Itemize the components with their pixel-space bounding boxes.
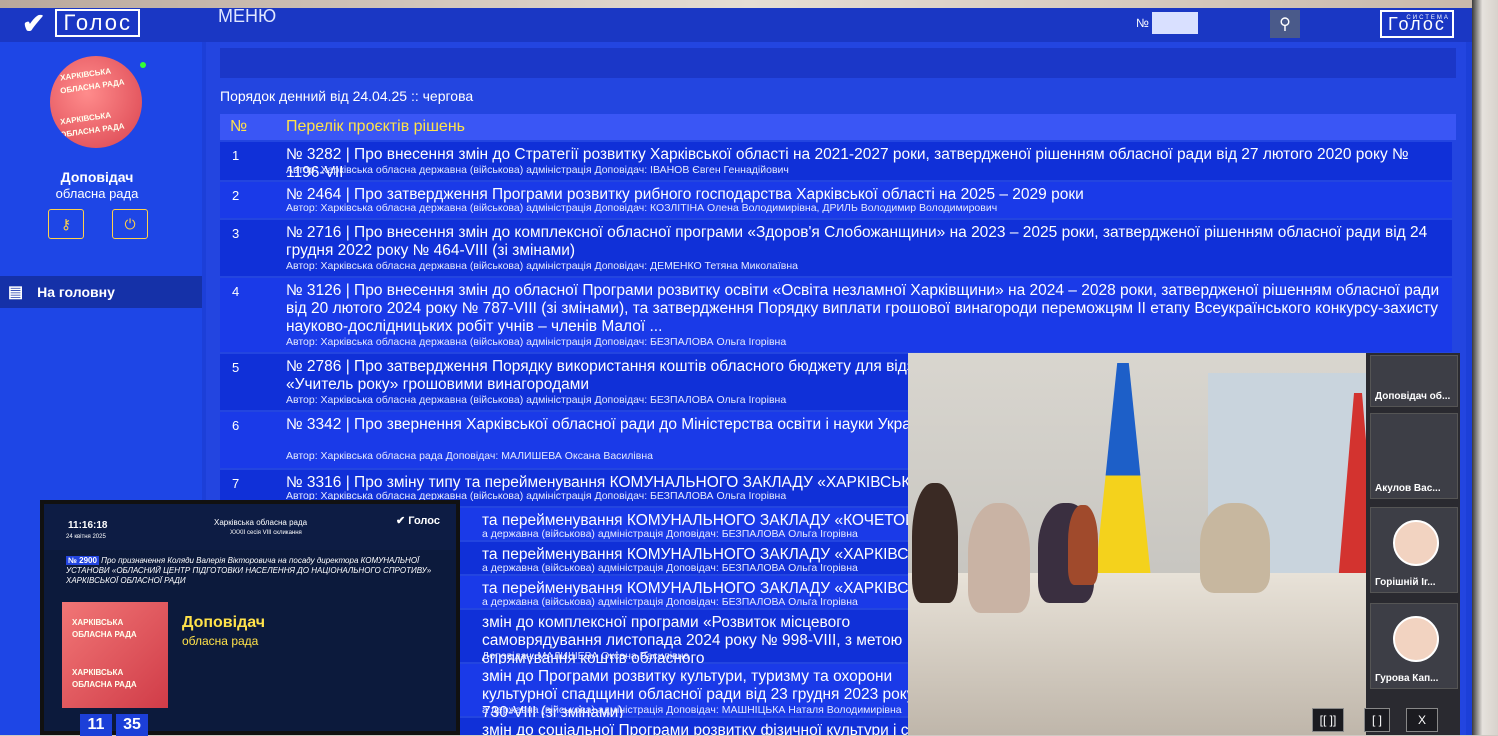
- row-meta: Автор: Харківська обласна рада Доповідач…: [286, 450, 653, 462]
- table-row[interactable]: 3 № 2716 | Про внесення змін до комплекс…: [220, 220, 1452, 276]
- row-num: 4: [232, 284, 240, 299]
- row-num: 1: [232, 148, 240, 163]
- speaker-org: обласна рада: [55, 186, 139, 201]
- home-link[interactable]: ▤ На головну: [0, 276, 202, 308]
- monitor-logo: ✔ Голос: [396, 515, 440, 527]
- speaker-name: Доповідач: [182, 614, 266, 631]
- participant-figure: [912, 483, 958, 603]
- row-num: 7: [232, 476, 240, 491]
- clock-date: 24 квітня 2025: [66, 534, 106, 540]
- check-icon: ✔: [22, 8, 46, 39]
- table-header: № Перелік проєктів рішень: [220, 114, 1456, 140]
- magnifier-icon[interactable]: ⚲: [1270, 10, 1300, 38]
- brand-small-text: СИСТЕМА: [1406, 15, 1450, 21]
- avatar: ХАРКІВСЬКА ОБЛАСНА РАДА ХАРКІВСЬКА ОБЛАС…: [62, 602, 168, 708]
- panel-header: [220, 48, 1456, 78]
- row-title: № 2716 | Про внесення змін до комплексно…: [286, 224, 1428, 259]
- participant-name: Горішній Іг...: [1375, 577, 1436, 588]
- photo-background-right: [1472, 0, 1498, 735]
- avatar: ХАРКІВСЬКА ОБЛАСНА РАДА ХАРКІВСЬКА ОБЛАС…: [50, 56, 142, 148]
- participant-thumb[interactable]: Гурова Кап...: [1370, 603, 1458, 689]
- row-num: 2: [232, 188, 240, 203]
- app-logo[interactable]: ✔ Голос: [22, 8, 140, 39]
- row-num: 3: [232, 226, 240, 241]
- avatar-text: ХАРКІВСЬКА: [72, 618, 124, 627]
- participant-figure: [1068, 505, 1098, 585]
- row-title: № 3126 | Про внесення змін до обласної П…: [286, 282, 1440, 335]
- col-title-header: Перелік проєктів рішень: [286, 118, 465, 135]
- key-button[interactable]: ⚷: [48, 209, 84, 239]
- speaker-org: обласна рада: [182, 634, 259, 648]
- avatar-text: ОБЛАСНА РАДА: [72, 630, 137, 639]
- row-meta: а державна (військова) адміністрація Доп…: [482, 704, 902, 716]
- tile-view-button[interactable]: [[ ]]: [1312, 708, 1344, 732]
- row-meta: Автор: Харківська обласна державна (війс…: [286, 394, 787, 406]
- fullscreen-button[interactable]: [ ]: [1364, 708, 1390, 732]
- timer-seconds: 35: [116, 714, 148, 736]
- participant-thumb[interactable]: Горішній Іг...: [1370, 507, 1458, 593]
- avatar-text: ОБЛАСНА РАДА: [72, 680, 137, 689]
- participant-face: [1393, 520, 1439, 566]
- home-link-label: На головну: [37, 284, 115, 300]
- row-meta: Доповідач: МАЛИШЕВА Оксана Василівна: [482, 650, 690, 662]
- participant-name: Гурова Кап...: [1375, 673, 1439, 684]
- row-meta: а державна (військова) адміністрація Доп…: [482, 562, 858, 574]
- monitor-header: 11:16:18 24 квітня 2025 Харківська облас…: [44, 504, 456, 550]
- participant-name: Акулов Вас...: [1375, 483, 1441, 494]
- participant-figure: [968, 503, 1030, 613]
- current-item: № 2900 Про призначення Коляди Валерія Ві…: [66, 556, 454, 586]
- row-num: 5: [232, 360, 240, 375]
- item-number: № 2900: [66, 556, 99, 565]
- row-meta: а державна (військова) адміністрація Доп…: [482, 596, 858, 608]
- item-text: Про призначення Коляди Валерія Вікторови…: [66, 556, 432, 585]
- table-row[interactable]: 1 № 3282 | Про внесення змін до Стратегі…: [220, 142, 1452, 181]
- row-meta: Автор: Харківська обласна державна (війс…: [286, 202, 998, 214]
- row-meta: Автор: Харківська обласна державна (війс…: [286, 336, 787, 348]
- number-input[interactable]: [1152, 12, 1198, 34]
- row-meta: а державна (військова) адміністрація Доп…: [482, 528, 858, 540]
- number-label: №: [1136, 16, 1149, 30]
- council-name: Харківська обласна рада: [214, 518, 308, 527]
- row-meta: Автор: Харківська обласна державна (війс…: [286, 260, 798, 272]
- clock-time: 11:16:18: [68, 520, 108, 531]
- photo-background-top: [0, 0, 1498, 8]
- row-num: 6: [232, 418, 240, 433]
- session-name: XXXII сесія VIII скликання: [230, 530, 302, 536]
- participant-name: Доповідач об...: [1375, 391, 1451, 402]
- speaker-name: Доповідач: [60, 169, 134, 185]
- participant-thumb[interactable]: Акулов Вас...: [1370, 413, 1458, 499]
- menu-button[interactable]: МЕНЮ: [218, 8, 276, 27]
- close-button[interactable]: X: [1406, 708, 1438, 732]
- logo-text: Голос: [55, 9, 140, 37]
- online-status-dot: [140, 62, 146, 68]
- participant-thumb[interactable]: Доповідач об...: [1370, 355, 1458, 407]
- key-icon: ⚷: [60, 215, 72, 232]
- table-row[interactable]: 4 № 3126 | Про внесення змін до обласної…: [220, 278, 1452, 352]
- col-num-header: №: [230, 118, 248, 135]
- participant-face: [1393, 616, 1439, 662]
- participant-figure: [1200, 503, 1270, 593]
- book-icon: ▤: [8, 284, 24, 301]
- row-meta: Автор: Харківська обласна державна (війс…: [286, 164, 789, 176]
- brand-logo: СИСТЕМА Голос: [1380, 10, 1454, 38]
- power-icon: ⏻: [124, 215, 136, 232]
- participant-thumbnails: Доповідач об... Акулов Вас... Горішній І…: [1366, 353, 1460, 735]
- secondary-monitor: 11:16:18 24 квітня 2025 Харківська облас…: [40, 500, 460, 736]
- table-row[interactable]: 2 № 2464 | Про затвердження Програми роз…: [220, 182, 1452, 218]
- avatar-text: ХАРКІВСЬКА: [72, 668, 124, 677]
- power-button[interactable]: ⏻: [112, 209, 148, 239]
- timer-minutes: 11: [80, 714, 112, 736]
- agenda-title: Порядок денний від 24.04.25 :: чергова: [220, 88, 474, 104]
- top-bar: ✔ Голос МЕНЮ № ⚲ СИСТЕМА Голос: [0, 8, 1472, 42]
